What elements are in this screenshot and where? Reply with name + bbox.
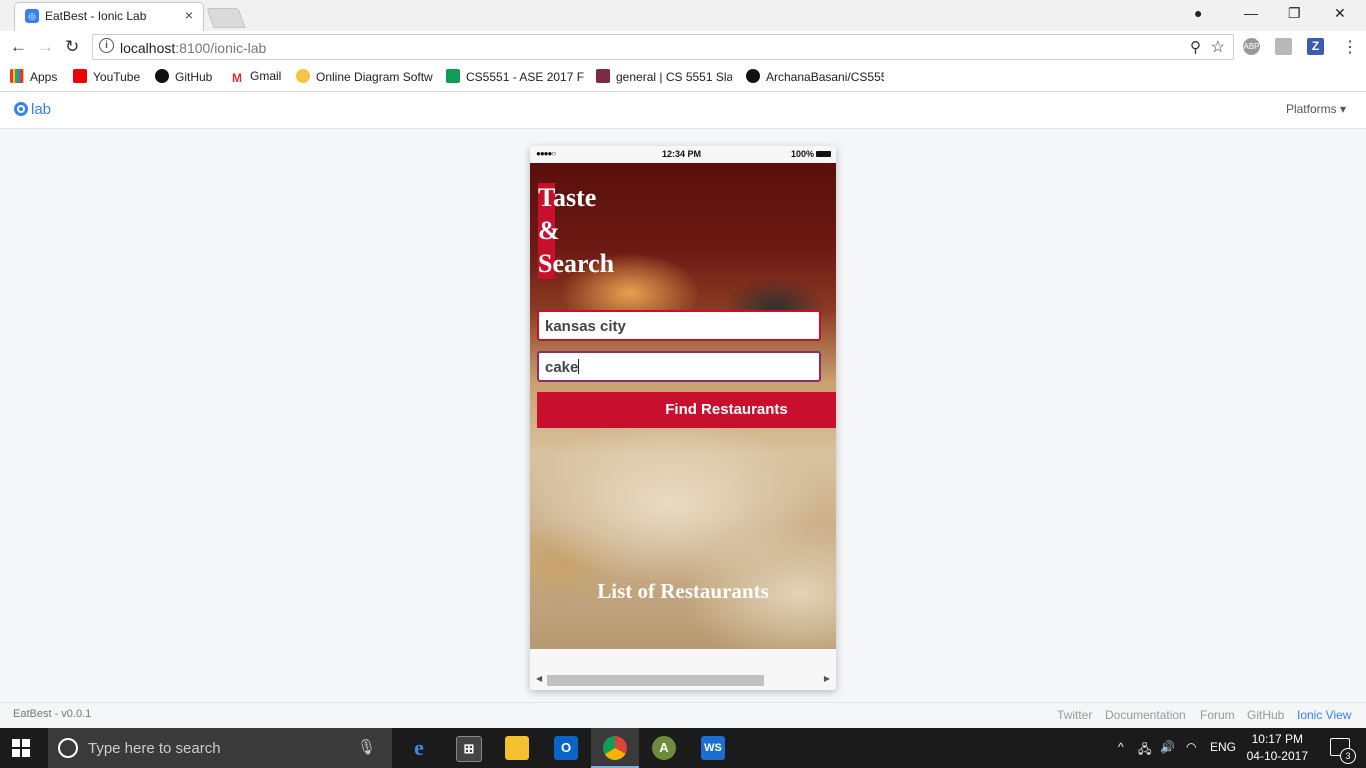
bookmark-archana-github[interactable]: ArchanaBasani/CS555 bbox=[746, 69, 884, 84]
wifi-icon[interactable]: ◠ bbox=[1186, 740, 1196, 754]
profile-icon[interactable]: ● bbox=[1194, 5, 1202, 21]
status-time: 12:34 PM bbox=[662, 149, 702, 159]
github-icon bbox=[155, 69, 169, 83]
heading-line-taste: Taste bbox=[538, 183, 597, 212]
ionic-lab-header: lab Platforms ▾ bbox=[0, 92, 1366, 129]
network-icon[interactable]: 🖧 bbox=[1138, 740, 1151, 761]
taskbar-search-box[interactable]: Type here to search 🎙 bbox=[48, 728, 392, 768]
microphone-icon[interactable]: 🎙 bbox=[357, 738, 376, 756]
scroll-left-icon[interactable]: ◀ bbox=[536, 674, 542, 683]
text-cursor bbox=[578, 359, 580, 374]
footer-link-ionic-view[interactable]: Ionic View bbox=[1297, 708, 1351, 722]
adblock-icon[interactable]: ABP bbox=[1243, 38, 1260, 55]
tab-title: EatBest - Ionic Lab bbox=[45, 9, 147, 23]
footer-link-github[interactable]: GitHub bbox=[1247, 708, 1284, 722]
app-version: EatBest - v0.0.1 bbox=[13, 708, 92, 720]
find-restaurants-button[interactable]: Find Restaurants bbox=[537, 392, 836, 428]
system-tray: ^ 🖧 🔊 ◠ ENG bbox=[1106, 728, 1366, 768]
z-extension-icon[interactable]: Z bbox=[1307, 38, 1324, 55]
edge-icon[interactable]: e bbox=[407, 736, 431, 760]
bookmark-gmail[interactable]: M Gmail bbox=[230, 69, 281, 85]
ionic-logo-icon bbox=[14, 102, 28, 116]
reload-icon[interactable]: ↻ bbox=[65, 37, 79, 57]
bookmarks-bar: Apps YouTube GitHub M Gmail Online Diagra… bbox=[0, 64, 1366, 92]
back-icon[interactable]: ← bbox=[10, 37, 27, 57]
bookmark-star-icon[interactable]: ☆ bbox=[1211, 37, 1225, 57]
battery-icon bbox=[816, 151, 831, 157]
browser-tab-strip: ◎ EatBest - Ionic Lab × ● — ❐ ✕ bbox=[0, 0, 1366, 31]
chrome-menu-icon[interactable]: ⋮ bbox=[1342, 37, 1358, 57]
scrollbar-thumb[interactable] bbox=[547, 675, 764, 686]
slack-icon bbox=[596, 69, 610, 83]
language-indicator[interactable]: ENG bbox=[1210, 740, 1236, 754]
bookmark-apps[interactable]: Apps bbox=[10, 69, 57, 84]
scroll-right-icon[interactable]: ▶ bbox=[824, 674, 830, 683]
phone-status-bar: ●●●●○ 12:34 PM 100% bbox=[530, 146, 836, 163]
heading-line-search: Search bbox=[538, 249, 615, 278]
browser-tab[interactable]: ◎ EatBest - Ionic Lab × bbox=[14, 2, 204, 31]
ionic-lab-logo[interactable]: lab bbox=[14, 101, 51, 118]
file-explorer-icon[interactable] bbox=[505, 736, 529, 760]
platforms-dropdown[interactable]: Platforms ▾ bbox=[1286, 102, 1346, 116]
clock-time: 10:17 PM bbox=[1251, 732, 1303, 746]
heading-line-ampersand: & bbox=[538, 216, 560, 245]
bulb-icon bbox=[296, 69, 310, 83]
pdf-icon[interactable] bbox=[1275, 38, 1292, 55]
bookmark-youtube[interactable]: YouTube bbox=[73, 69, 140, 84]
signal-icon: ●●●●○ bbox=[536, 149, 556, 158]
url-text[interactable]: localhost:8100/ionic-lab bbox=[120, 40, 266, 56]
app-content: Taste & Search kansas city cake Find Res… bbox=[530, 163, 836, 649]
ionic-icon: ◎ bbox=[25, 9, 39, 23]
cortana-icon[interactable] bbox=[58, 738, 78, 758]
clock-date: 04-10-2017 bbox=[1246, 749, 1308, 763]
minimize-icon[interactable]: — bbox=[1244, 5, 1258, 21]
bookmark-online-diagram[interactable]: Online Diagram Softw bbox=[296, 69, 433, 84]
bookmark-cs5551-sheet[interactable]: CS5551 - ASE 2017 Fa bbox=[446, 69, 584, 84]
bookmark-github[interactable]: GitHub bbox=[155, 69, 212, 84]
taskbar-search-placeholder: Type here to search bbox=[88, 740, 221, 757]
restore-icon[interactable]: ❐ bbox=[1288, 5, 1301, 22]
android-studio-icon[interactable]: A bbox=[652, 736, 676, 760]
battery-percent: 100% bbox=[790, 149, 814, 159]
footer-link-twitter[interactable]: Twitter bbox=[1057, 708, 1092, 722]
address-bar[interactable]: i localhost:8100/ionic-lab ⚲ ☆ bbox=[92, 34, 1234, 60]
gmail-icon: M bbox=[230, 71, 244, 85]
forward-icon[interactable]: → bbox=[37, 37, 54, 57]
footer-link-documentation[interactable]: Documentation bbox=[1105, 708, 1186, 722]
info-icon[interactable]: i bbox=[99, 38, 114, 53]
footer-link-forum[interactable]: Forum bbox=[1200, 708, 1235, 722]
zoom-icon[interactable]: ⚲ bbox=[1190, 38, 1201, 56]
webstorm-icon[interactable]: WS bbox=[701, 736, 725, 760]
app-heading: Taste & Search bbox=[538, 181, 614, 280]
bookmark-slack[interactable]: general | CS 5551 Sla bbox=[596, 69, 732, 84]
apps-grid-icon bbox=[10, 69, 24, 83]
volume-icon[interactable]: 🔊 bbox=[1160, 740, 1175, 754]
list-of-restaurants-heading: List of Restaurants bbox=[597, 579, 769, 603]
chrome-icon[interactable] bbox=[603, 736, 627, 760]
sheets-icon bbox=[446, 69, 460, 83]
show-hidden-icons[interactable]: ^ bbox=[1118, 740, 1124, 754]
close-window-icon[interactable]: ✕ bbox=[1334, 5, 1346, 22]
food-input[interactable]: cake bbox=[537, 351, 821, 382]
notification-count-badge: 3 bbox=[1340, 748, 1356, 764]
outlook-icon[interactable]: O bbox=[554, 736, 578, 760]
browser-toolbar: ← → ↻ i localhost:8100/ionic-lab ⚲ ☆ ABP… bbox=[0, 31, 1366, 64]
windows-start-icon[interactable] bbox=[12, 739, 30, 757]
close-tab-icon[interactable]: × bbox=[185, 7, 193, 23]
ionic-lab-footer: EatBest - v0.0.1 Twitter Documentation F… bbox=[0, 702, 1366, 729]
github-icon bbox=[746, 69, 760, 83]
city-input[interactable]: kansas city bbox=[537, 310, 821, 341]
windows-taskbar: Type here to search 🎙 e ⊞ O A WS ^ 🖧 🔊 ◠… bbox=[0, 728, 1366, 768]
phone-preview: ●●●●○ 12:34 PM 100% Taste & Search kansa… bbox=[530, 146, 836, 690]
youtube-icon bbox=[73, 69, 87, 83]
horizontal-scrollbar[interactable]: ◀ ▶ bbox=[534, 674, 832, 686]
store-icon[interactable]: ⊞ bbox=[456, 736, 482, 762]
new-tab-button[interactable] bbox=[206, 8, 246, 28]
taskbar-clock[interactable]: 10:17 PM 04-10-2017 bbox=[1247, 731, 1308, 765]
